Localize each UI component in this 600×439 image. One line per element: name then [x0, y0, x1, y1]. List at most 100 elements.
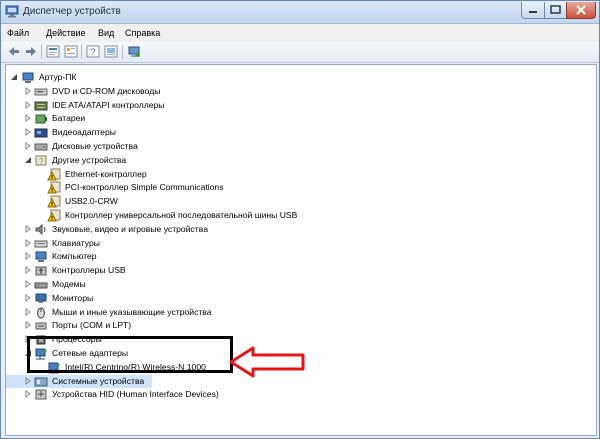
close-button[interactable] — [566, 2, 596, 19]
tree-device[interactable]: USB2.0-CRW — [6, 195, 426, 208]
tree-root-label: Артур-ПК — [39, 72, 77, 82]
tree-item-label: Контроллер универсальной последовательно… — [65, 210, 298, 220]
collapsed-triangle-icon[interactable] — [24, 238, 32, 247]
tree-category[interactable]: Компьютер — [6, 250, 426, 263]
tree-category[interactable]: Дисковые устройства — [6, 140, 426, 153]
menu-view[interactable]: Вид — [98, 28, 114, 38]
expanded-chevron-icon[interactable] — [24, 156, 32, 164]
title-bar: Диспетчер устройств — [1, 1, 599, 24]
collapsed-triangle-icon[interactable] — [24, 86, 32, 95]
minimize-button[interactable] — [521, 2, 545, 19]
keyboard-icon — [34, 237, 48, 250]
collapsed-triangle-icon[interactable] — [24, 280, 32, 288]
tree-item-label: USB2.0-CRW — [65, 196, 118, 207]
toolbar-separator — [122, 45, 123, 59]
warning-device-icon — [47, 181, 61, 194]
expanded-chevron-icon[interactable] — [10, 73, 18, 81]
warning-device-icon — [47, 209, 61, 222]
computer-icon — [21, 71, 35, 84]
tree-category[interactable]: ? Другие устройства — [6, 154, 426, 167]
tree-item-label: Мониторы — [52, 292, 94, 303]
tree-category[interactable]: Звуковые, видео и игровые устройства — [6, 223, 426, 236]
hid-icon — [34, 388, 48, 401]
collapsed-triangle-icon[interactable] — [24, 376, 32, 385]
tree-item-label: Видеоадаптеры — [52, 127, 116, 138]
warning-device-icon — [47, 195, 61, 208]
tree-device[interactable]: Ethernet-контроллер — [6, 168, 426, 181]
red-arrow-annotation — [229, 346, 305, 378]
tree-root[interactable]: Артур-ПК — [6, 71, 306, 84]
tree-item-label: Контроллеры USB — [52, 265, 126, 276]
scan-icon[interactable] — [104, 45, 118, 58]
tree-item-label: Дисковые устройства — [52, 141, 138, 151]
menu-action[interactable]: Действие — [46, 28, 86, 38]
battery-icon — [34, 112, 48, 125]
tree-item-label: Другие устройства — [52, 154, 127, 165]
tree-item-label: Порты (COM и LPT) — [52, 320, 132, 331]
back-icon[interactable] — [7, 45, 21, 58]
collapsed-triangle-icon[interactable] — [24, 390, 32, 399]
tree-category[interactable]: Контроллеры USB — [6, 264, 426, 277]
collapsed-triangle-icon[interactable] — [24, 100, 32, 109]
port-icon — [34, 319, 48, 332]
display-adapter-icon — [34, 126, 48, 139]
collapsed-triangle-icon[interactable] — [24, 266, 32, 275]
toolbar-separator — [81, 45, 82, 59]
sound-icon — [34, 223, 48, 236]
collapsed-triangle-icon[interactable] — [24, 114, 32, 123]
tree-category[interactable]: Мыши и иные указывающие устройства — [6, 306, 426, 319]
collapsed-triangle-icon[interactable] — [24, 128, 32, 137]
modem-icon — [34, 278, 48, 291]
dvd-drive-icon — [34, 85, 48, 98]
svg-text:?: ? — [91, 47, 96, 57]
tree-item-label: IDE ATA/ATAPI контроллеры — [52, 99, 165, 110]
disk-drive-icon — [34, 140, 48, 153]
forward-icon[interactable] — [24, 45, 38, 58]
tree-item-label: DVD и CD-ROM дисководы — [52, 85, 161, 96]
system-device-icon — [34, 375, 48, 388]
tree-category[interactable]: Видеоадаптеры — [6, 126, 426, 139]
tree-item-label: Компьютер — [52, 251, 97, 262]
menu-file[interactable]: Файл — [7, 28, 29, 38]
mouse-icon — [34, 306, 48, 319]
window-title: Диспетчер устройств — [23, 6, 121, 17]
device-icon[interactable] — [127, 45, 141, 58]
help-icon[interactable]: ? — [86, 45, 100, 58]
tree-category[interactable]: Клавиатуры — [6, 237, 426, 250]
properties-icon[interactable] — [46, 45, 60, 58]
ide-controller-icon — [34, 99, 48, 112]
menu-bar: Файл Действие Вид Справка — [1, 24, 599, 42]
menu-help[interactable]: Справка — [125, 28, 160, 38]
device-manager-icon — [5, 5, 19, 18]
tree-item-label: Устройства HID (Human Interface Devices) — [52, 389, 219, 400]
computer-icon — [34, 250, 48, 263]
tree-item-label: Модемы — [52, 279, 86, 289]
collapsed-triangle-icon[interactable] — [24, 307, 32, 316]
collapsed-triangle-icon[interactable] — [24, 321, 32, 330]
collapsed-triangle-icon[interactable] — [24, 252, 32, 261]
tree-category[interactable]: Порты (COM и LPT) — [6, 319, 426, 332]
tree-category[interactable]: Модемы — [6, 278, 426, 291]
tree-category[interactable]: Системные устройства — [6, 374, 152, 388]
toolbar: ? — [1, 42, 599, 63]
tree-category[interactable]: IDE ATA/ATAPI контроллеры — [6, 99, 426, 112]
other-devices-icon: ? — [34, 154, 48, 167]
tree-category[interactable]: DVD и CD-ROM дисководы — [6, 85, 426, 98]
tree-category[interactable]: Мониторы — [6, 292, 426, 305]
tree-item-label: Системные устройства — [52, 375, 145, 386]
svg-text:?: ? — [39, 157, 44, 166]
maximize-button[interactable] — [544, 2, 567, 19]
tree-device[interactable]: PCI-контроллер Simple Communications — [6, 181, 426, 194]
collapsed-triangle-icon[interactable] — [24, 293, 32, 302]
tree-device[interactable]: Контроллер универсальной последовательно… — [6, 209, 426, 222]
highlight-box — [27, 336, 233, 373]
warning-device-icon — [47, 168, 61, 181]
tree-category[interactable]: Батареи — [6, 112, 426, 125]
monitor-icon — [34, 292, 48, 305]
tree-category[interactable]: Устройства HID (Human Interface Devices) — [6, 388, 426, 401]
tree-item-label: Звуковые, видео и игровые устройства — [52, 223, 208, 234]
details-icon[interactable] — [64, 45, 78, 58]
collapsed-triangle-icon[interactable] — [24, 142, 32, 150]
device-tree: Артур-ПК DVD и CD-ROM дисководы IDE ATA/AT… — [5, 64, 597, 436]
collapsed-triangle-icon[interactable] — [24, 224, 32, 233]
